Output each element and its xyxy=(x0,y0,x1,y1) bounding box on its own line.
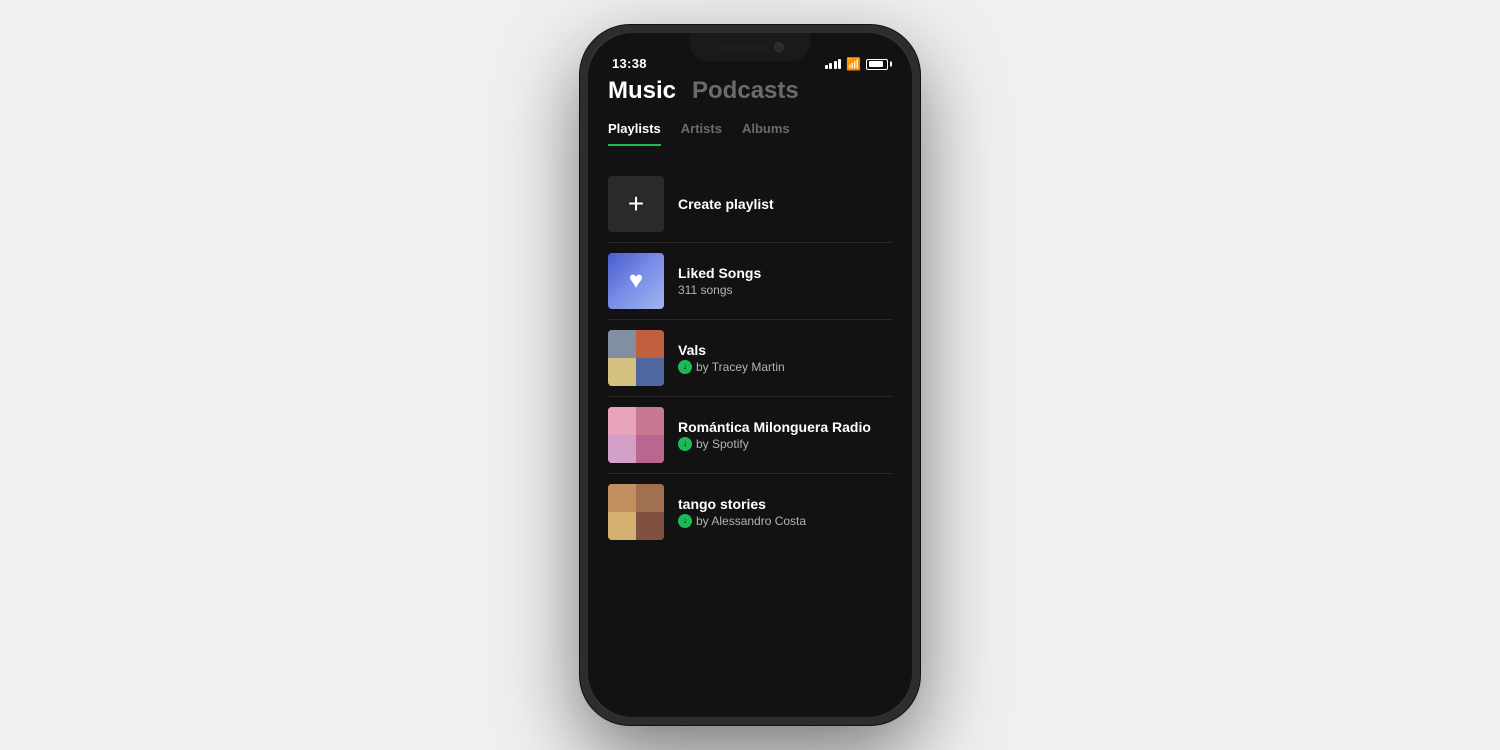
signal-bar-2 xyxy=(829,63,832,69)
phone-screen: 13:38 📶 Mus xyxy=(588,33,912,717)
tango-thumb-cell-4 xyxy=(636,512,664,540)
playlist-name: Vals xyxy=(678,342,892,358)
signal-bars xyxy=(825,59,842,69)
create-playlist-thumb: + xyxy=(608,176,664,232)
downloaded-icon xyxy=(678,360,692,374)
sub-tab-artists[interactable]: Artists xyxy=(681,121,722,146)
status-bar: 13:38 📶 xyxy=(588,33,912,77)
romantica-thumb xyxy=(608,407,664,463)
playlist-name: Romántica Milonguera Radio xyxy=(678,419,892,435)
sub-tab-albums[interactable]: Albums xyxy=(742,121,790,146)
playlist-subtitle: by Tracey Martin xyxy=(678,360,892,374)
wifi-icon: 📶 xyxy=(846,57,861,71)
romantica-thumb-cell-4 xyxy=(636,435,664,463)
playlist-subtitle: by Spotify xyxy=(678,437,892,451)
playlist-name: tango stories xyxy=(678,496,892,512)
playlist-info: Liked Songs 311 songs xyxy=(678,265,892,297)
tango-thumb-cell-2 xyxy=(636,484,664,512)
list-item[interactable]: Vals by Tracey Martin xyxy=(608,320,892,396)
phone-device: 13:38 📶 Mus xyxy=(580,25,920,725)
playlist-by: by Tracey Martin xyxy=(696,360,785,374)
playlist-info: Vals by Tracey Martin xyxy=(678,342,892,374)
playlist-name: Create playlist xyxy=(678,196,892,212)
list-item[interactable]: ♥ Liked Songs 311 songs xyxy=(608,243,892,319)
romantica-thumb-cell-1 xyxy=(608,407,636,435)
vals-thumb-cell-1 xyxy=(608,330,636,358)
signal-bar-3 xyxy=(834,61,837,69)
main-content: Music Podcasts Playlists Artists Albums … xyxy=(588,77,912,717)
tango-thumb xyxy=(608,484,664,540)
notch-camera xyxy=(774,42,784,52)
battery-fill xyxy=(869,61,883,67)
plus-icon: + xyxy=(628,190,644,218)
heart-icon: ♥ xyxy=(629,267,643,295)
header-tabs: Music Podcasts xyxy=(608,77,892,105)
battery-icon xyxy=(866,59,888,70)
playlist-by: by Alessandro Costa xyxy=(696,514,806,528)
status-icons: 📶 xyxy=(825,57,888,71)
status-time: 13:38 xyxy=(612,56,647,71)
sub-tab-playlists[interactable]: Playlists xyxy=(608,121,661,146)
playlist-by: by Spotify xyxy=(696,437,749,451)
playlist-info: Create playlist xyxy=(678,196,892,212)
liked-songs-thumb: ♥ xyxy=(608,253,664,309)
notch xyxy=(690,33,810,61)
downloaded-icon xyxy=(678,437,692,451)
downloaded-icon xyxy=(678,514,692,528)
playlist-info: Romántica Milonguera Radio by Spotify xyxy=(678,419,892,451)
tab-music[interactable]: Music xyxy=(608,77,676,105)
playlist-subtitle: 311 songs xyxy=(678,283,892,297)
sub-tabs: Playlists Artists Albums xyxy=(608,121,892,146)
vals-thumb xyxy=(608,330,664,386)
list-item[interactable]: + Create playlist xyxy=(608,166,892,242)
playlist-info: tango stories by Alessandro Costa xyxy=(678,496,892,528)
list-item[interactable]: tango stories by Alessandro Costa xyxy=(608,474,892,550)
notch-speaker xyxy=(716,45,766,50)
romantica-thumb-cell-2 xyxy=(636,407,664,435)
tango-thumb-cell-1 xyxy=(608,484,636,512)
vals-thumb-cell-4 xyxy=(636,358,664,386)
list-item[interactable]: Romántica Milonguera Radio by Spotify xyxy=(608,397,892,473)
phone-shell: 13:38 📶 Mus xyxy=(580,25,920,725)
playlist-list: + Create playlist ♥ Liked Songs xyxy=(608,166,892,717)
playlist-subtitle: by Alessandro Costa xyxy=(678,514,892,528)
vals-thumb-cell-2 xyxy=(636,330,664,358)
vals-thumb-cell-3 xyxy=(608,358,636,386)
signal-bar-4 xyxy=(838,59,841,69)
romantica-thumb-cell-3 xyxy=(608,435,636,463)
tab-podcasts[interactable]: Podcasts xyxy=(692,77,799,105)
tango-thumb-cell-3 xyxy=(608,512,636,540)
playlist-name: Liked Songs xyxy=(678,265,892,281)
signal-bar-1 xyxy=(825,65,828,69)
